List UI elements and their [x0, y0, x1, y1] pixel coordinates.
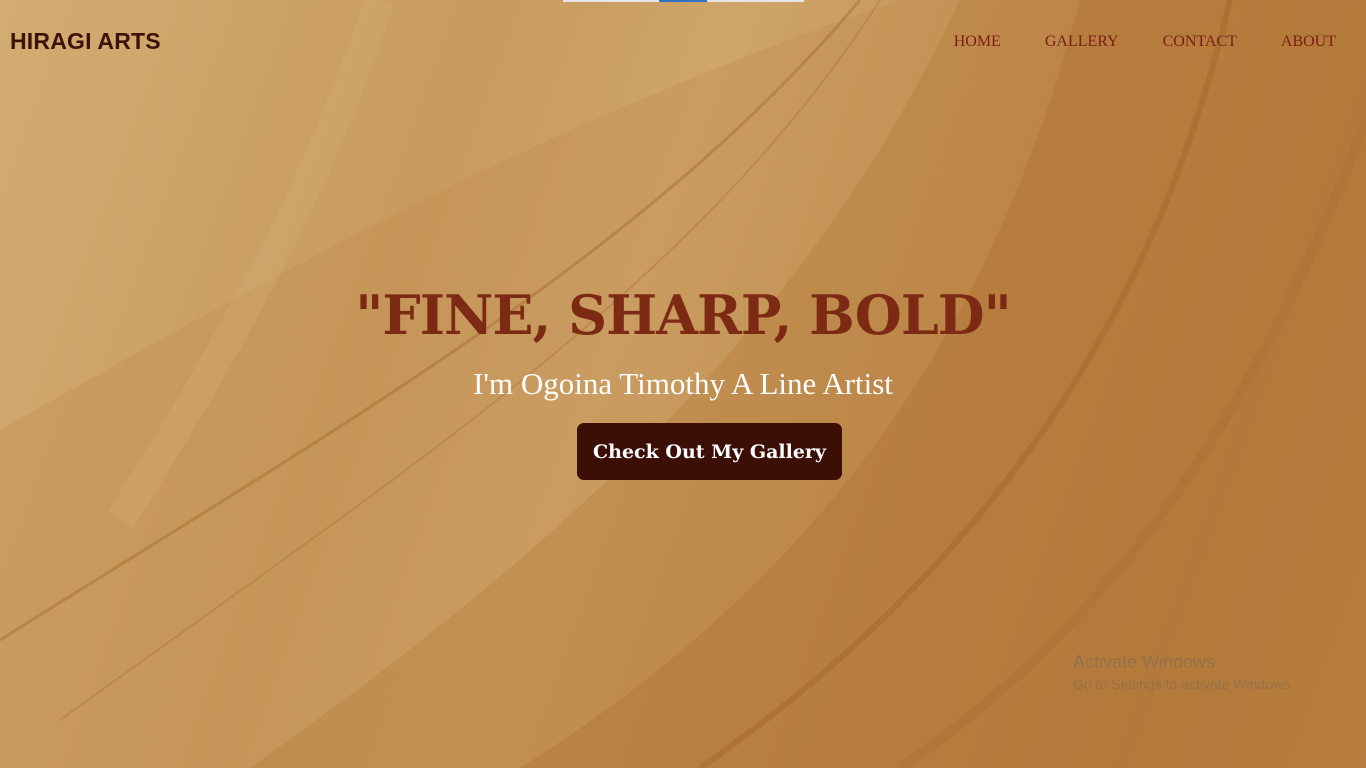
- loading-progress: [659, 0, 707, 2]
- brand-logo[interactable]: HIRAGI ARTS: [10, 28, 161, 55]
- main-nav: HOME GALLERY CONTACT ABOUT: [954, 33, 1336, 51]
- check-gallery-button[interactable]: Check Out My Gallery: [577, 423, 842, 480]
- hero-subtitle: I'm Ogoina Timothy A Line Artist: [473, 366, 893, 401]
- nav-home[interactable]: HOME: [954, 33, 1001, 51]
- activate-windows-watermark: Activate Windows Go to Settings to activ…: [1073, 652, 1294, 692]
- watermark-subtitle: Go to Settings to activate Windows.: [1073, 676, 1294, 692]
- nav-about[interactable]: ABOUT: [1281, 33, 1336, 51]
- nav-contact[interactable]: CONTACT: [1163, 33, 1237, 51]
- nav-gallery[interactable]: GALLERY: [1045, 33, 1119, 51]
- hero-title: "FINE, SHARP, BOLD": [355, 283, 1012, 347]
- watermark-title: Activate Windows: [1073, 652, 1216, 672]
- page-loading-bar: [563, 0, 804, 2]
